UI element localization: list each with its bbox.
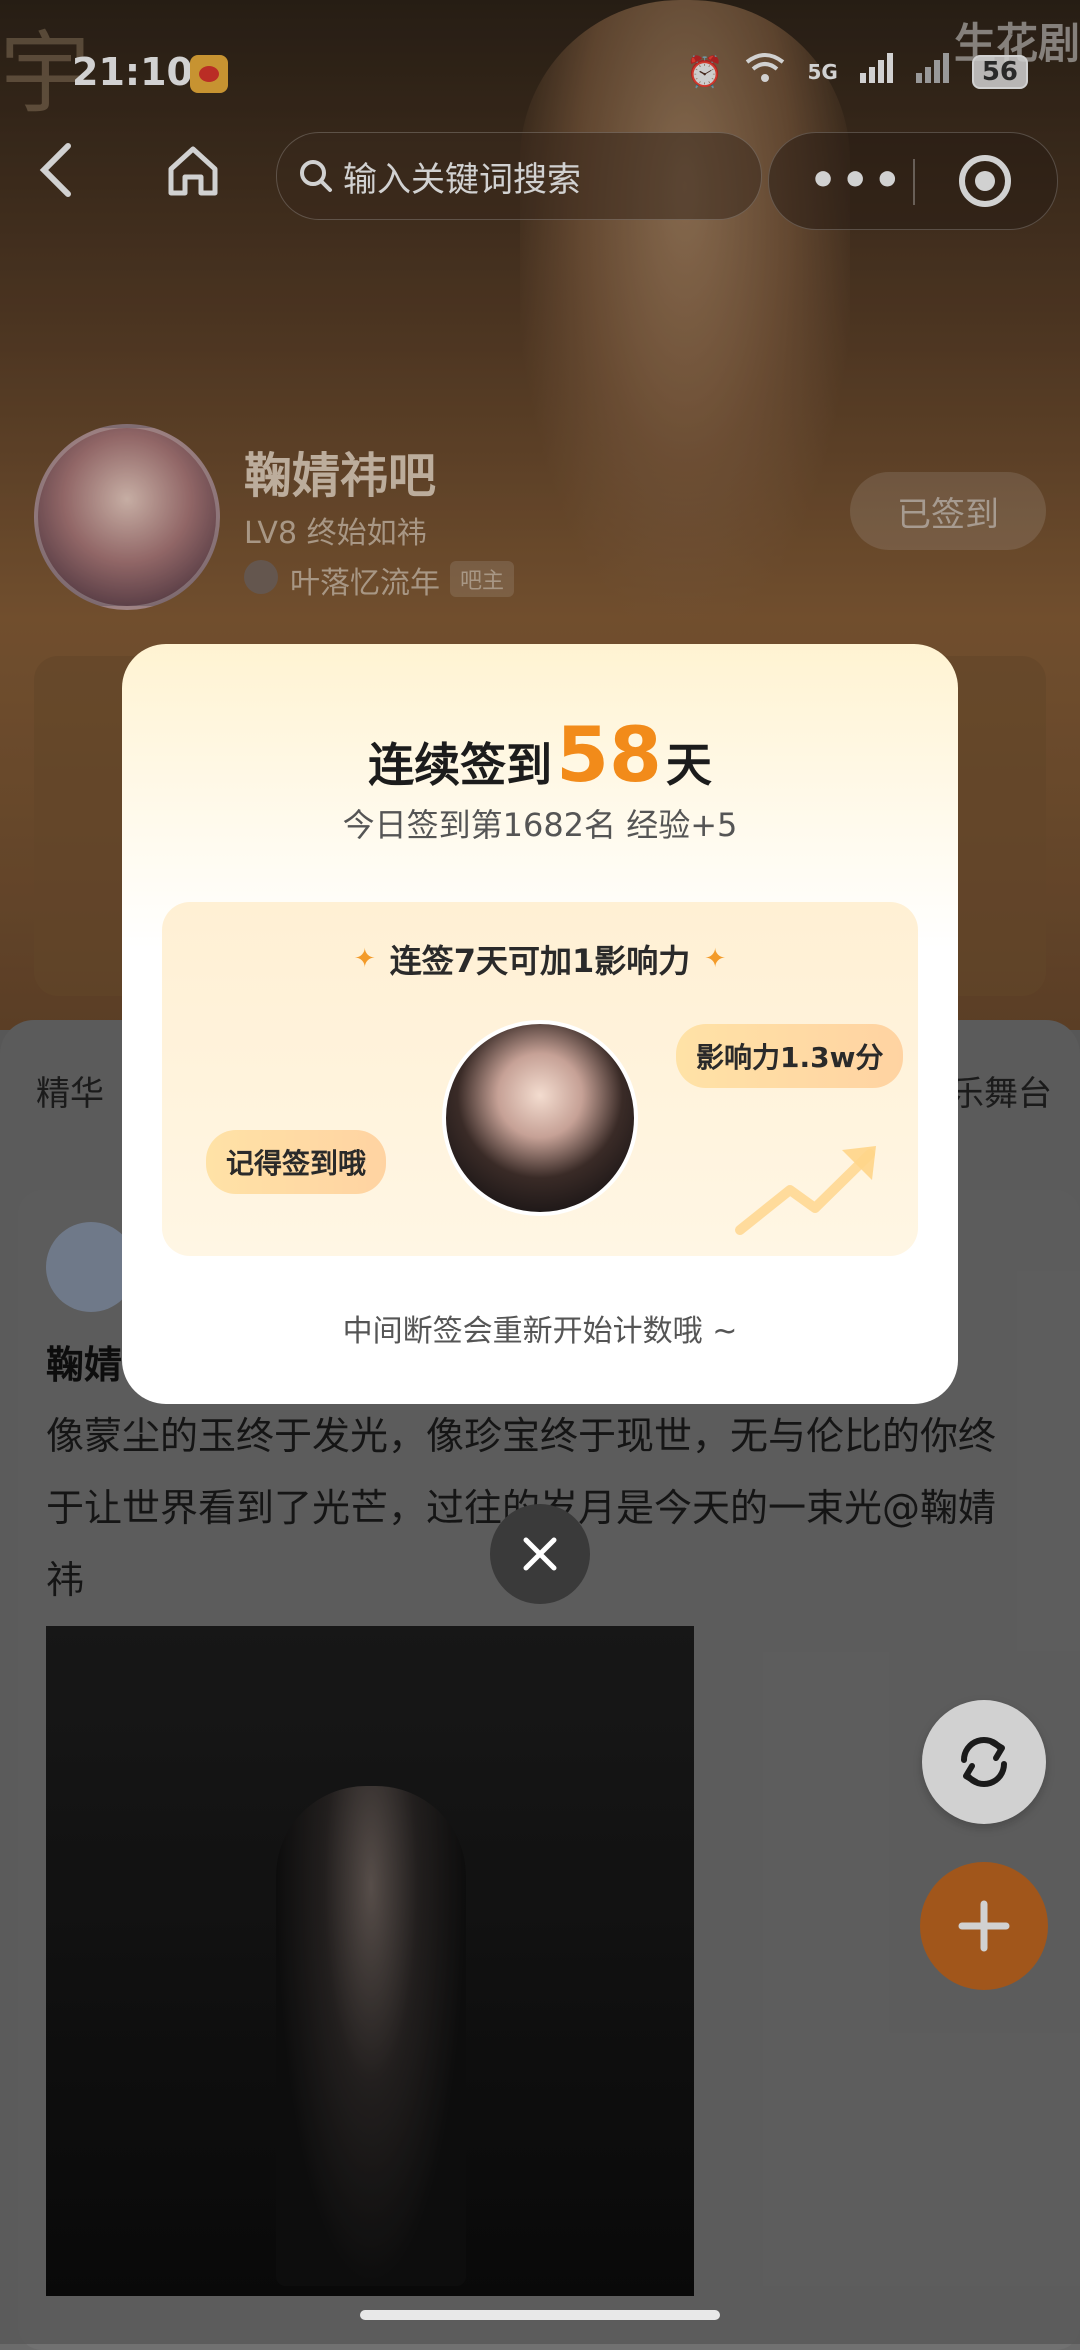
trend-arrow-icon [735,1146,876,1235]
close-modal-button[interactable] [490,1504,590,1604]
reward-title: ✦ 连签7天可加1影响力 ✦ [162,936,918,982]
influence-bubble: 影响力1.3w分 [676,1024,904,1088]
idol-photo [442,1020,638,1216]
sparkle-icon: ✦ [353,944,376,974]
close-icon [523,1537,557,1571]
reminder-bubble: 记得签到哦 [206,1130,387,1194]
headline-suffix: 天 [665,738,712,792]
checkin-success-modal: 连续签到 58 天 今日签到第1682名 经验+5 ✦ 连签7天可加1影响力 ✦… [122,644,958,1404]
streak-reward-card: ✦ 连签7天可加1影响力 ✦ 记得签到哦 影响力1.3w分 [162,902,918,1256]
sparkle-icon: ✦ [704,944,727,974]
checkin-rank: 今日签到第1682名 经验+5 [342,806,738,844]
streak-days: 58 [556,710,662,799]
checkin-headline: 连续签到 58 天 [122,710,958,799]
streak-footnote: 中间断签会重新开始计数哦 ~ [342,1314,738,1349]
headline-prefix: 连续签到 [368,738,553,792]
home-indicator[interactable] [360,2310,720,2320]
reward-title-text: 连签7天可加1影响力 [389,942,691,980]
